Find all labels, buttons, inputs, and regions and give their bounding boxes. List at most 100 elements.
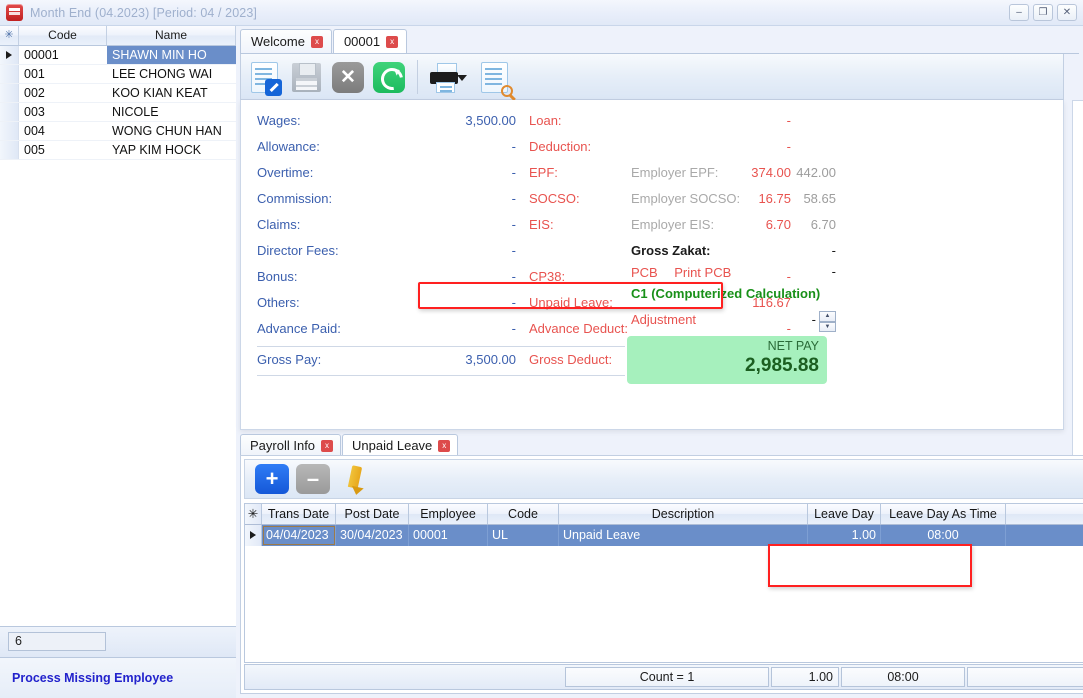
footer-count: Count = 1 [565,667,769,687]
edit-pencil-icon[interactable] [340,464,370,494]
cell-trans-date[interactable]: 04/04/2023 [262,525,336,546]
deduction-value[interactable]: - [711,108,791,134]
earnings-values: 3,500.00 - - - - - - - - [436,108,516,342]
stepper-up-icon[interactable]: ▲ [819,311,836,322]
main-panel: Welcome x 00001 x ✕ [236,26,1083,698]
cell-name: KOO KIAN KEAT [107,84,236,102]
earnings-value[interactable]: - [436,290,516,316]
earnings-value[interactable]: - [436,186,516,212]
cell-post-date[interactable]: 30/04/2023 [336,525,409,546]
table-row[interactable]: 004 WONG CHUN HAN [0,122,236,141]
column-header-post-date[interactable]: Post Date [336,504,409,524]
column-header-leave-day[interactable]: Leave Day [808,504,881,524]
print-button[interactable] [426,59,464,95]
cell-code[interactable]: UL [488,525,559,546]
print-pcb-link[interactable]: Print PCB [674,265,731,280]
cancel-button[interactable]: ✕ [329,59,367,95]
payroll-summary-card: Wages: Allowance: Overtime: Commission: … [240,100,1064,430]
cell-employee[interactable]: 00001 [409,525,488,546]
adjustment-value[interactable]: - [761,312,816,327]
stepper-down-icon[interactable]: ▼ [819,322,836,333]
column-header-employee[interactable]: Employee [409,504,488,524]
close-icon[interactable]: x [321,440,333,452]
table-row[interactable]: 001 LEE CHONG WAI [0,65,236,84]
remove-row-button[interactable]: – [296,464,330,494]
cell-leave-day-as-time[interactable]: 08:00 [881,525,1006,546]
earnings-value[interactable]: - [436,238,516,264]
table-row[interactable]: 005 YAP KIM HOCK [0,141,236,160]
print-preview-icon [481,62,508,93]
tab-unpaid-leave[interactable]: Unpaid Leave x [342,434,458,456]
row-indicator-header: ✳ [0,26,19,45]
earnings-value[interactable]: 3,500.00 [436,108,516,134]
tab-payroll-info[interactable]: Payroll Info x [240,434,341,456]
unpaid-leave-grid: ✳ Trans Date Post Date Employee Code Des… [244,503,1083,663]
toolbar-separator [417,60,418,94]
row-indicator [0,65,19,83]
employee-grid: ✳ Code Name 00001 SHAWN MIN HO 001 LEE C… [0,26,236,626]
pcb-label[interactable]: PCB [631,265,658,280]
tab-label: 00001 [344,34,380,49]
column-header-description[interactable]: Description [559,504,808,524]
deduction-label: Loan: [529,108,719,134]
edit-button[interactable] [247,59,285,95]
employer-value: 442.00 [761,160,836,186]
row-indicator [0,141,19,159]
earnings-value[interactable]: - [436,134,516,160]
net-pay-box: NET PAY 2,985.88 [627,336,827,384]
close-icon[interactable]: x [438,440,450,452]
earnings-label: Bonus: [257,264,442,290]
row-indicator [0,103,19,121]
chevron-down-icon[interactable] [457,75,467,81]
maximize-button[interactable]: ❐ [1033,4,1053,21]
earnings-value[interactable]: - [436,316,516,342]
earnings-label: Wages: [257,108,442,134]
column-header-code[interactable]: Code [488,504,559,524]
close-icon[interactable]: x [311,36,323,48]
cell-name: NICOLE [107,103,236,121]
pcb-value: - [761,264,836,279]
column-header-code[interactable]: Code [19,26,107,45]
gross-pay-label: Gross Pay: [257,352,321,367]
column-header-leave-day-as-time[interactable]: Leave Day As Time [881,504,1006,524]
cell-code: 00001 [19,46,107,64]
print-preview-button[interactable] [477,59,515,95]
minimize-button[interactable]: – [1009,4,1029,21]
pcb-method-label: C1 (Computerized Calculation) [631,286,820,301]
footer-leave-day-total: 1.00 [771,667,839,687]
tab-welcome[interactable]: Welcome x [240,29,332,53]
cell-amount[interactable]: 116.67 [1006,525,1083,546]
tab-00001[interactable]: 00001 x [333,29,407,53]
earnings-label: Claims: [257,212,442,238]
grid-footer: Count = 1 1.00 08:00 116.67 [244,664,1083,690]
table-row[interactable]: 04/04/2023 30/04/2023 00001 UL Unpaid Le… [245,525,1083,546]
adjustment-stepper[interactable]: ▲ ▼ [819,311,836,332]
row-indicator [245,525,262,546]
refresh-button[interactable] [370,59,408,95]
table-row[interactable]: 00001 SHAWN MIN HO [0,46,236,65]
cell-code: 001 [19,65,107,83]
earnings-labels: Wages: Allowance: Overtime: Commission: … [257,108,442,342]
earnings-value[interactable]: - [436,160,516,186]
window-title: Month End (04.2023) [Period: 04 / 2023] [30,6,257,20]
earnings-value[interactable]: - [436,264,516,290]
footer-amount-total: 116.67 [967,667,1083,687]
cell-description[interactable]: Unpaid Leave [559,525,808,546]
add-row-button[interactable]: + [255,464,289,494]
table-row[interactable]: 002 KOO KIAN KEAT [0,84,236,103]
cell-code: 002 [19,84,107,102]
close-button[interactable]: ✕ [1057,4,1077,21]
employer-values: 442.00 58.65 6.70 - [761,160,836,264]
process-missing-employee-link[interactable]: Process Missing Employee [12,671,173,685]
table-row[interactable]: 003 NICOLE [0,103,236,122]
deduction-value[interactable]: - [711,134,791,160]
close-icon[interactable]: x [386,36,398,48]
footer-leave-day-as-time-total: 08:00 [841,667,965,687]
earnings-label: Advance Paid: [257,316,442,342]
save-button[interactable] [288,59,326,95]
column-header-trans-date[interactable]: Trans Date [262,504,336,524]
column-header-name[interactable]: Name [107,26,236,45]
column-header-amount[interactable]: Amount [1006,504,1083,524]
earnings-value[interactable]: - [436,212,516,238]
cell-leave-day[interactable]: 1.00 [808,525,881,546]
